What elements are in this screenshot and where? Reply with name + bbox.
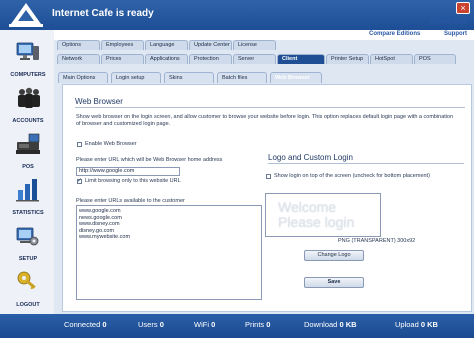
tab-applications[interactable]: Applications <box>145 54 188 64</box>
sidebar-item-accounts[interactable]: ACCOUNTS <box>2 84 54 126</box>
list-item: www.disney.com <box>79 221 120 228</box>
logo-preview-welcome: Welcome <box>278 199 337 215</box>
status-connected-label: Connected <box>64 320 101 329</box>
limit-browsing-label: Limit browsing only to this website URL <box>85 178 181 184</box>
sidebar-item-label: STATISTICS <box>12 210 44 216</box>
tab-client[interactable]: Client <box>277 54 325 64</box>
tab-protection[interactable]: Protection <box>189 54 232 64</box>
accounts-icon <box>18 87 40 108</box>
logout-icon <box>17 271 36 290</box>
sidebar-item-statistics[interactable]: STATISTICS <box>2 176 54 218</box>
status-users-value: 0 <box>159 320 164 329</box>
list-item: www.google.com <box>79 208 121 214</box>
allowed-urls-textarea[interactable]: www.google.com news.google.com www.disne… <box>76 205 262 300</box>
tab-printer-setup[interactable]: Printer Setup <box>326 54 369 64</box>
sidebar-item-label: ACCOUNTS <box>12 118 44 124</box>
tab-pos[interactable]: POS <box>414 54 456 64</box>
subtab-skins[interactable]: Skins <box>164 72 214 83</box>
sidebar-item-pos[interactable]: POS <box>2 130 54 172</box>
sidebar-item-setup[interactable]: SETUP <box>2 222 54 264</box>
status-wifi-value: 0 <box>211 320 216 329</box>
tab-license[interactable]: License <box>233 40 276 50</box>
tab-options[interactable]: Options <box>57 40 100 50</box>
status-connected: Connected 0 <box>64 320 107 329</box>
sidebar-item-label: COMPUTERS <box>10 72 46 78</box>
status-upload-label: Upload <box>395 320 419 329</box>
enable-web-browser-label: Enable Web Browser <box>85 141 137 147</box>
status-users-label: Users <box>138 320 158 329</box>
tab-prices[interactable]: Prices <box>101 54 144 64</box>
statistics-icon <box>16 179 39 202</box>
status-wifi: WiFi 0 <box>194 320 215 329</box>
close-window-button[interactable]: × <box>456 2 470 14</box>
list-item: disney.go.com <box>79 227 115 234</box>
save-button[interactable]: Save <box>304 277 364 288</box>
show-login-top-checkbox[interactable] <box>266 174 271 179</box>
status-users: Users 0 <box>138 320 164 329</box>
logo-preview: Welcome Please login <box>265 193 381 237</box>
sidebar: COMPUTERS ACCOUNTS POS STATISTICS SETUP … <box>0 30 54 314</box>
subtab-main-options[interactable]: Main Options <box>58 72 108 83</box>
expert-mode-link[interactable]: Expert mode <box>431 20 467 26</box>
show-login-top-label: Show login on top of the screen (uncheck… <box>274 173 430 179</box>
web-browser-description: Show web browser on the login screen, an… <box>76 114 454 127</box>
logo-custom-login-heading: Logo and Custom Login <box>268 153 353 162</box>
web-browser-heading: Web Browser <box>75 97 123 106</box>
tab-language[interactable]: Language <box>145 40 188 50</box>
sidebar-item-label: POS <box>22 164 34 170</box>
url-list-label: Please enter URLs available to the custo… <box>76 198 185 204</box>
enable-web-browser-checkbox[interactable] <box>77 142 82 147</box>
antamedia-logo <box>9 3 43 27</box>
list-item: news.google.com <box>79 214 122 221</box>
support-link[interactable]: Support <box>444 31 467 37</box>
change-logo-button[interactable]: Change Logo <box>304 250 364 261</box>
subtab-web-browser[interactable]: Web Browser <box>270 72 322 83</box>
sidebar-item-computers[interactable]: COMPUTERS <box>2 38 54 80</box>
tab-server[interactable]: Server <box>233 54 276 64</box>
title-bar: Internet Cafe is ready × Expert mode <box>0 0 474 30</box>
limit-browsing-checkbox[interactable] <box>77 177 82 184</box>
home-url-label: Please enter URL which will be Web Brows… <box>76 157 223 163</box>
list-item: www.mywebsite.com <box>79 234 131 241</box>
tab-network[interactable]: Network <box>57 54 100 64</box>
status-connected-value: 0 <box>102 320 107 329</box>
tab-employees[interactable]: Employees <box>101 40 144 50</box>
sidebar-item-logout[interactable]: LOGOUT <box>2 268 54 310</box>
status-download-label: Download <box>304 320 338 329</box>
status-wifi-label: WiFi <box>194 320 209 329</box>
window-title: Internet Cafe is ready <box>52 8 154 19</box>
compare-editions-link[interactable]: Compare Editions <box>369 31 420 37</box>
computers-icon <box>16 42 39 60</box>
subtab-batch-files[interactable]: Batch files <box>217 72 267 83</box>
logo-preview-please-login: Please login <box>278 214 355 230</box>
status-upload-value: 0 KB <box>420 320 438 329</box>
sidebar-item-label: LOGOUT <box>16 302 40 308</box>
divider <box>75 107 465 108</box>
status-download-value: 0 KB <box>339 320 357 329</box>
status-prints-value: 0 <box>266 320 271 329</box>
sidebar-item-label: SETUP <box>18 256 38 262</box>
status-prints-label: Prints <box>245 320 265 329</box>
tab-update-center[interactable]: Update Center <box>189 40 232 50</box>
tab-hotspot[interactable]: HotSpot <box>370 54 413 64</box>
status-download: Download 0 KB <box>304 320 357 329</box>
status-prints: Prints 0 <box>245 320 270 329</box>
pos-icon <box>16 133 40 154</box>
divider <box>268 163 464 164</box>
logo-format-note: PNG (TRANSPARENT) 300x92 <box>338 238 416 244</box>
status-upload: Upload 0 KB <box>395 320 438 329</box>
setup-icon <box>16 227 39 246</box>
subtab-login-setup[interactable]: Login setup <box>111 72 161 83</box>
home-url-input[interactable]: http://www.google.com <box>76 167 180 176</box>
